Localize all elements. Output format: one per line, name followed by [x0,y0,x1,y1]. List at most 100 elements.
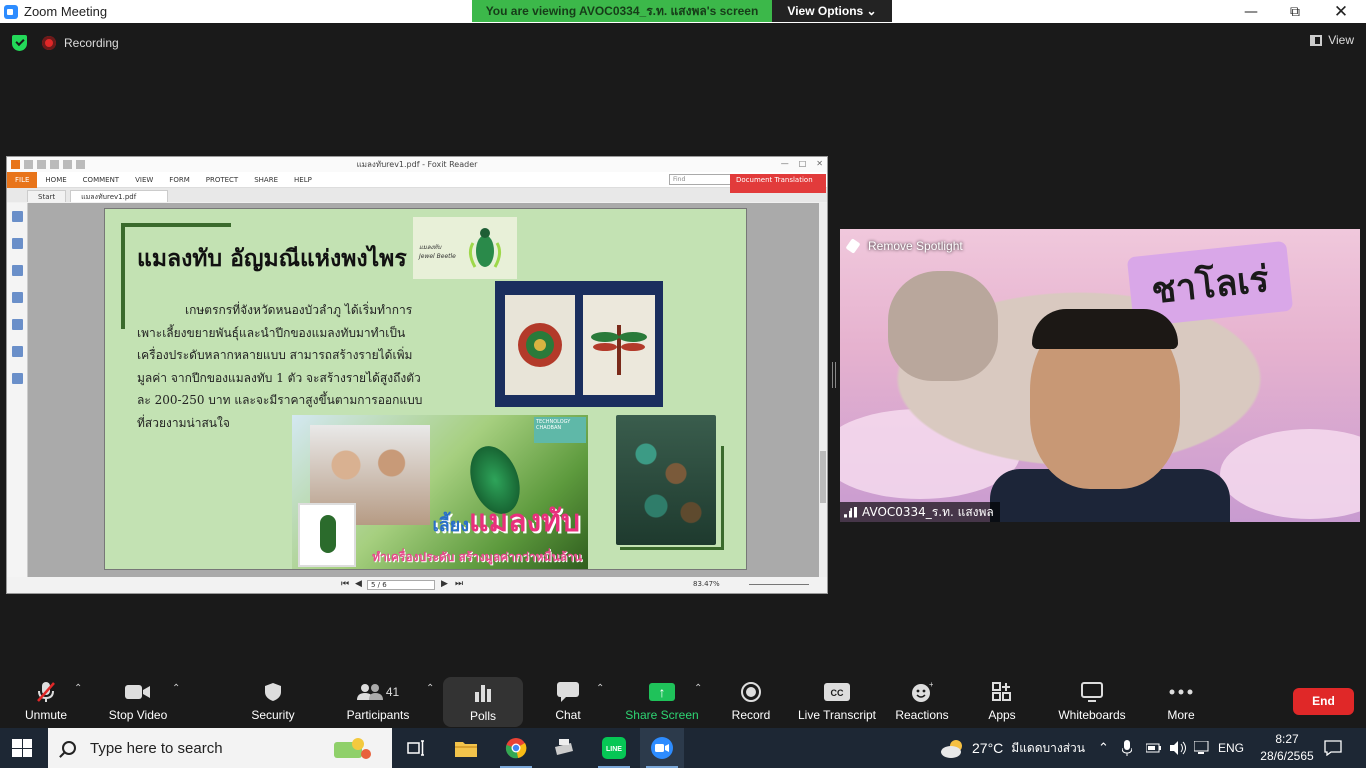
tab-start[interactable]: Start [27,190,67,202]
menu-help[interactable]: HELP [286,176,320,184]
menu-view[interactable]: VIEW [127,176,161,184]
unmute-label: Unmute [24,708,68,722]
banner-headline-1: เลี้ยง [432,515,470,536]
input-language[interactable]: ENG [1218,728,1244,768]
meeting-toolbar: Unmute ⌃ Stop Video ⌃ Security 41 Partic… [0,675,1366,728]
remove-spotlight-label: Remove Spotlight [868,239,963,253]
chat-options-chevron-icon[interactable]: ⌃ [596,683,604,694]
zoom-taskbar-icon[interactable] [640,728,684,768]
restore-button[interactable]: ⧉ [1272,0,1318,23]
security-button[interactable]: Security [246,675,300,728]
remove-spotlight-button[interactable]: Remove Spotlight [845,238,963,254]
document-translation-button[interactable]: Document Translation [730,174,826,193]
whiteboards-button[interactable]: Whiteboards [1056,675,1128,728]
audio-options-chevron-icon[interactable]: ⌃ [74,683,82,694]
recording-indicator[interactable]: Recording [42,33,119,53]
window-title: Zoom Meeting [24,4,108,19]
menu-form[interactable]: FORM [161,176,197,184]
foxit-minimize-icon[interactable]: — [781,159,789,168]
taskbar-clock[interactable]: 8:27 28/6/2565 [1259,731,1315,765]
line-app-icon[interactable]: LINE [592,728,636,768]
unmute-button[interactable]: Unmute [16,675,76,728]
share-screen-icon-wrap: ↑ [649,681,675,703]
menu-comment[interactable]: COMMENT [75,176,127,184]
participants-icon-group: 41 [356,681,399,703]
task-view-icon[interactable] [394,728,438,768]
polls-button[interactable]: Polls [443,677,523,727]
stop-video-label: Stop Video [108,708,168,722]
taskbar-search-box[interactable]: Type here to search [48,728,392,768]
scrollbar-thumb[interactable] [820,451,826,503]
menu-home[interactable]: HOME [37,176,74,184]
pages-icon[interactable] [11,238,23,249]
layers-icon[interactable] [11,265,23,276]
battery-icon[interactable] [1146,728,1162,768]
foxit-window-title: แมลงทับrev1.pdf - Foxit Reader [356,160,478,169]
page-number-input[interactable]: 5 / 6 [367,580,435,590]
foxit-left-panel [7,203,28,579]
foxit-restore-icon[interactable]: □ [799,159,807,168]
share-screen-button[interactable]: ↑ Share Screen [624,675,700,728]
search-icon [62,741,76,755]
share-options-chevron-icon[interactable]: ⌃ [694,683,702,694]
menu-protect[interactable]: PROTECT [198,176,246,184]
scanner-app-icon[interactable] [542,728,586,768]
signature-icon[interactable] [11,373,23,384]
chat-button[interactable]: Chat [550,675,586,728]
comments-icon[interactable] [11,292,23,303]
video-camera-icon [125,681,151,703]
notification-icon[interactable] [1324,728,1342,768]
microphone-tray-icon[interactable] [1122,728,1132,768]
first-page-icon[interactable]: ⏮ [341,579,349,589]
lock-icon[interactable] [11,346,23,357]
volume-icon[interactable] [1170,728,1188,768]
zoom-app-icon [4,4,18,19]
participants-label: Participants [346,708,410,722]
next-page-icon[interactable]: ▶ [441,579,448,589]
windows-start-icon[interactable] [12,739,32,757]
clock-time: 8:27 [1275,732,1299,746]
foxit-vertical-scrollbar[interactable] [819,203,827,579]
minimize-button[interactable]: — [1228,0,1274,23]
more-button[interactable]: More [1160,675,1202,728]
foxit-close-icon[interactable]: ✕ [816,159,823,168]
split-divider-handle[interactable] [832,362,836,388]
reactions-button[interactable]: + Reactions [894,675,950,728]
last-page-icon[interactable]: ⏭ [455,579,463,589]
encryption-shield-icon[interactable] [12,35,27,51]
shared-screen-foxit-reader[interactable]: แมลงทับrev1.pdf - Foxit Reader — □ ✕ FIL… [6,156,828,594]
apps-label: Apps [988,708,1016,722]
network-icon[interactable] [1194,728,1210,768]
participants-button[interactable]: 41 Participants [344,675,412,728]
participants-options-chevron-icon[interactable]: ⌃ [426,683,434,694]
menu-share[interactable]: SHARE [246,176,286,184]
zoom-level[interactable]: 83.47% [693,580,720,588]
stop-video-button[interactable]: Stop Video [106,675,170,728]
bookmark-icon[interactable] [11,211,23,222]
attachment-icon[interactable] [11,319,23,330]
view-options-button[interactable]: View Options ⌄ [772,0,892,22]
share-screen-label: Share Screen [625,708,699,722]
foxit-find-input[interactable]: Find [669,174,737,185]
prev-page-icon[interactable]: ◀ [355,579,362,589]
end-meeting-button[interactable]: End [1293,688,1354,715]
menu-file[interactable]: FILE [7,171,38,188]
weather-widget[interactable]: 27°C มีแดดบางส่วน [940,728,1085,768]
view-label: View [1328,33,1354,47]
framed-beetle [298,503,356,567]
tab-document[interactable]: แมลงทับrev1.pdf [70,190,169,202]
file-explorer-icon[interactable] [444,728,488,768]
banner-headline-2: แมลงทับ [469,504,580,539]
view-layout-button[interactable]: View [1310,33,1354,47]
live-transcript-button[interactable]: CC Live Transcript [796,675,878,728]
chrome-icon[interactable] [494,728,538,768]
pdf-page: แมลงทับ อัญมณีแห่งพงไพร เกษตรกรที่จังหวั… [104,208,747,570]
foxit-window-controls: — □ ✕ [781,159,823,168]
apps-button[interactable]: Apps [984,675,1020,728]
video-options-chevron-icon[interactable]: ⌃ [172,683,180,694]
spotlight-video-tile[interactable]: ชาโลเร่ Remove Spotlight AVOC0334_ร.ท. แ… [840,229,1360,522]
show-hidden-icons-chevron-icon[interactable]: ⌃ [1098,728,1109,768]
zoom-slider[interactable] [749,584,809,585]
record-button[interactable]: Record [728,675,774,728]
close-button[interactable]: ✕ [1318,0,1364,23]
